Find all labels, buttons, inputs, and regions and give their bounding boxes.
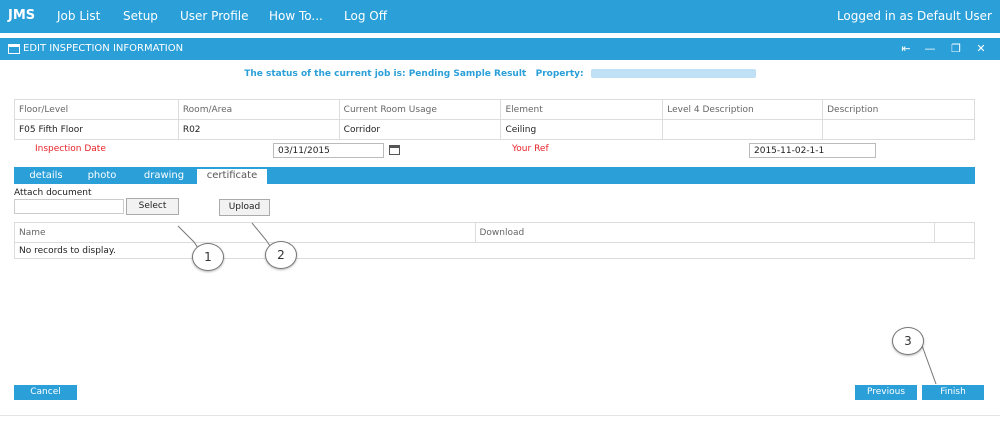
callout-leaders [177, 222, 937, 385]
footer-divider [0, 415, 1000, 416]
callout-2: 2 [265, 241, 297, 269]
previous-button[interactable]: Previous [855, 385, 917, 400]
callout-2-leader [251, 222, 271, 247]
callout-1: 1 [192, 243, 224, 271]
cancel-button[interactable]: Cancel [14, 385, 77, 400]
callout-3: 3 [892, 327, 924, 355]
finish-button[interactable]: Finish [922, 385, 984, 400]
callout-1-leader [177, 225, 199, 249]
